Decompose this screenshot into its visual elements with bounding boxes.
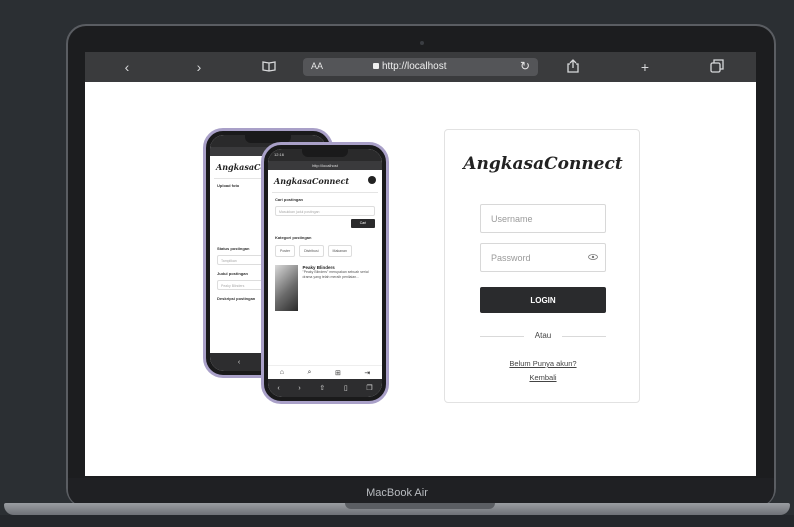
text-size-button[interactable]: AA: [311, 61, 323, 71]
brand-title: AngkasaConnect: [463, 154, 623, 174]
plus-icon[interactable]: +: [637, 59, 653, 75]
add-post-icon: ⊞: [334, 369, 341, 377]
search-icon: ⌕: [307, 368, 312, 376]
phone-browser-nav: ‹ › ⇧ ▯ ❐: [268, 379, 382, 397]
login-card: AngkasaConnect LOGIN Atau Belum Punya ak…: [444, 129, 640, 403]
search-button: Cari: [351, 219, 375, 228]
share-icon[interactable]: [565, 59, 581, 76]
category-chip: Makanan: [327, 245, 352, 257]
post-image: [275, 265, 299, 311]
eye-icon[interactable]: [588, 254, 598, 260]
phone-mockup-front: 12:16 http://localhost AngkasaConnect Ca…: [261, 142, 389, 404]
phone-header: AngkasaConnect: [268, 170, 382, 192]
post-body: Peaky Blinders "Peaky Blinders" merupaka…: [302, 265, 375, 311]
home-icon: ⌂: [279, 369, 284, 376]
category-chip: Distribusi: [299, 245, 324, 257]
chevron-right-icon[interactable]: ›: [191, 59, 207, 75]
tabs-icon: ❐: [366, 385, 373, 392]
back-link[interactable]: Kembali: [445, 373, 641, 382]
search-label: Cari postingan: [275, 197, 304, 202]
browser-window: ‹ › AA http://localhost ↻ + AngkasaConne…: [85, 52, 756, 476]
post-card: Peaky Blinders "Peaky Blinders" merupaka…: [268, 260, 382, 316]
browser-toolbar: ‹ › AA http://localhost ↻ +: [85, 52, 756, 82]
divider-text: Atau: [534, 331, 552, 340]
phone-time: 12:16: [274, 152, 285, 157]
phone-notch: [302, 149, 348, 157]
category-chips: Poster Distribusi Makanan: [268, 242, 382, 260]
laptop-base-notch: [345, 503, 495, 509]
phone-address-bar: http://localhost: [268, 161, 382, 170]
url-value: http://localhost: [382, 61, 447, 72]
category-label: Kategori postingan: [275, 235, 312, 240]
divider-line: [562, 336, 606, 337]
url-text: http://localhost: [373, 61, 446, 72]
share-icon: ⇧: [319, 385, 326, 392]
laptop-shadow: [0, 515, 794, 527]
address-bar[interactable]: AA http://localhost ↻: [303, 58, 538, 76]
chevron-left-icon: ‹: [237, 358, 241, 366]
signup-link[interactable]: Belum Punya akun?: [445, 359, 641, 368]
phone-brand: AngkasaConnect: [274, 176, 350, 186]
login-button[interactable]: LOGIN: [480, 287, 606, 313]
username-field[interactable]: [480, 204, 606, 233]
lock-icon: [373, 63, 379, 69]
chevron-left-icon[interactable]: ‹: [119, 59, 135, 75]
reload-icon[interactable]: ↻: [520, 59, 530, 73]
search-input: Masukkan judul postingan: [275, 206, 375, 216]
chevron-left-icon: ‹: [277, 384, 280, 392]
tabs-icon[interactable]: [709, 59, 725, 76]
book-icon: ▯: [343, 385, 348, 392]
device-label: MacBook Air: [366, 487, 428, 499]
phone-screen: 12:16 http://localhost AngkasaConnect Ca…: [268, 149, 382, 397]
post-text: "Peaky Blinders" merupakan sebuah serial…: [302, 270, 369, 279]
category-chip: Poster: [275, 245, 296, 257]
phone-tab-bar: ⌂ ⌕ ⊞ ⇥: [268, 365, 382, 379]
avatar-icon: [368, 176, 376, 184]
book-icon[interactable]: [261, 59, 277, 75]
chevron-right-icon: ›: [298, 384, 301, 392]
logout-icon: ⇥: [364, 369, 371, 377]
camera-icon: [420, 41, 424, 45]
